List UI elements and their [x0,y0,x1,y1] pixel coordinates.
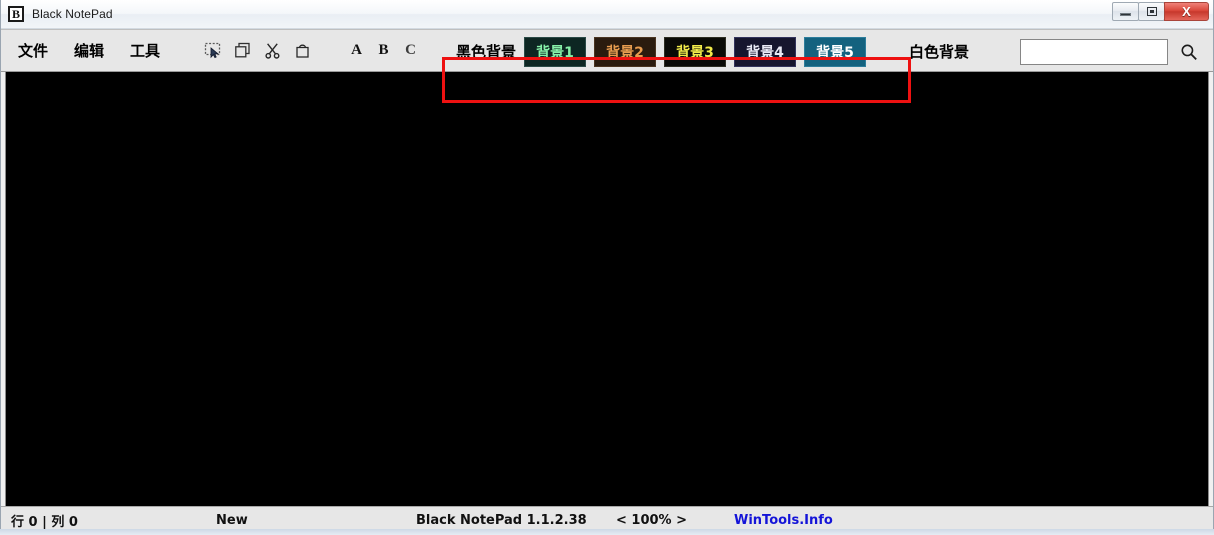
desktop-bottom-strip [0,529,1214,535]
window-controls: X [1113,2,1209,21]
minimize-button[interactable] [1112,2,1139,21]
white-background-button[interactable]: 白色背景 [909,30,969,73]
restore-icon [1147,7,1157,16]
background-color-buttons-group: 黑色背景 背景1 背景2 背景3 背景4 背景5 [456,30,866,73]
website-link[interactable]: WinTools.Info [734,513,833,528]
window-title: Black NotePad [32,7,113,21]
background-2-button[interactable]: 背景2 [594,37,656,67]
search-input[interactable] [1020,39,1168,65]
close-icon: X [1182,5,1191,18]
menu-edit[interactable]: 编辑 [65,37,113,64]
app-b-icon: B [8,6,24,22]
maximize-button[interactable] [1138,2,1165,21]
background-1-button[interactable]: 背景1 [524,37,586,67]
paste-icon[interactable] [289,38,315,64]
menu-file[interactable]: 文件 [9,37,57,64]
cut-icon[interactable] [259,38,285,64]
app-version-status: Black NotePad 1.1.2.38 [416,513,587,528]
minimize-icon [1120,13,1131,16]
font-style-a-button[interactable]: A [343,42,370,59]
font-style-b-button[interactable]: B [370,42,397,59]
background-3-button[interactable]: 背景3 [664,37,726,67]
black-background-button[interactable]: 黑色背景 [456,41,516,62]
search-icon[interactable] [1179,42,1199,62]
search-area [1020,30,1199,73]
close-button[interactable]: X [1164,2,1209,21]
font-style-c-button[interactable]: C [397,42,424,59]
black-notepad-window: B Black NotePad X 文件 编辑 工具 [0,0,1214,529]
main-toolbar: 文件 编辑 工具 [1,29,1213,72]
background-5-button[interactable]: 背景5 [804,37,866,67]
document-name-status: New [216,513,248,528]
cursor-position-status: 行 0 | 列 0 [11,511,78,530]
text-editor-area[interactable] [5,72,1209,506]
menu-tools[interactable]: 工具 [121,37,169,64]
window-titlebar: B Black NotePad X [1,0,1213,29]
zoom-level-control[interactable]: < 100% > [616,513,687,528]
select-all-icon[interactable] [199,38,225,64]
copy-icon[interactable] [229,38,255,64]
background-4-button[interactable]: 背景4 [734,37,796,67]
editor-content[interactable] [6,72,1208,90]
